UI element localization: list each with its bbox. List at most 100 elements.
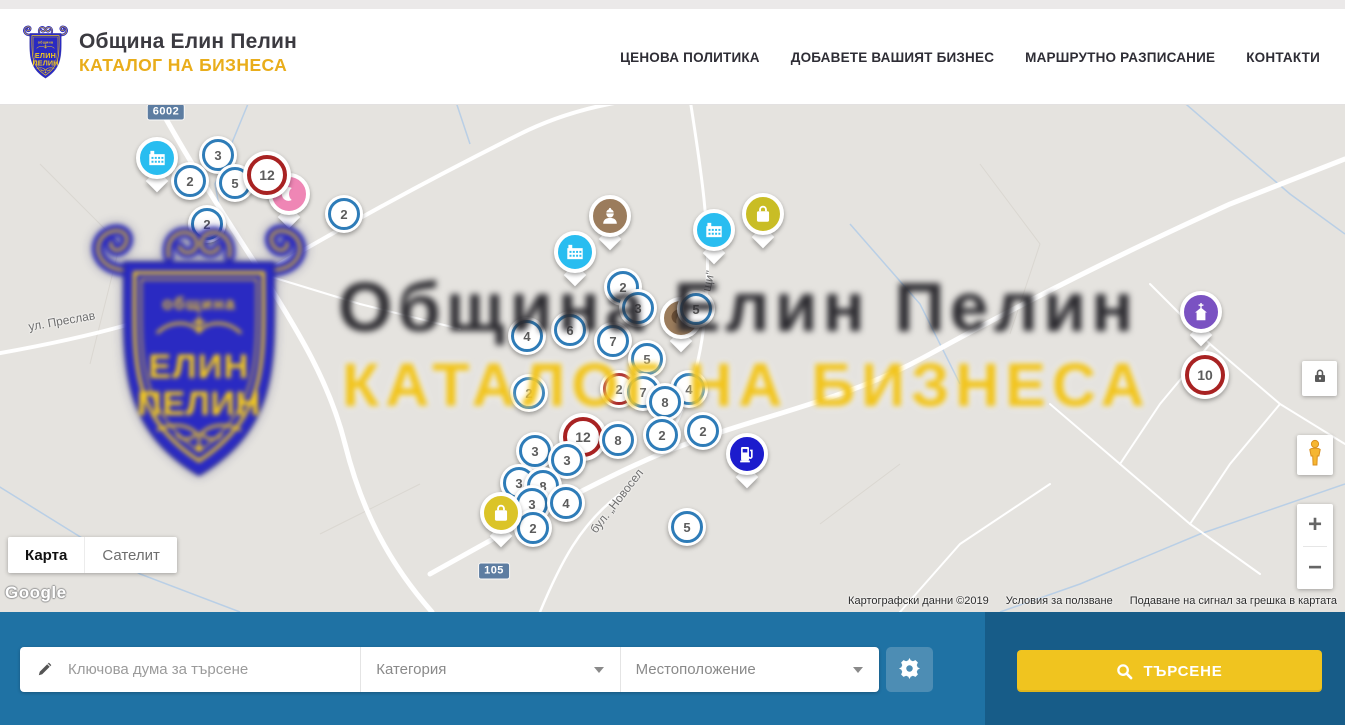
map-cluster[interactable]: 2 [510,374,548,412]
logo-text: Община Елин Пелин КАТАЛОГ НА БИЗНЕСА [79,30,297,75]
zoom-out-button[interactable]: − [1297,547,1333,589]
fuel-icon [736,443,758,465]
cluster-count: 12 [259,167,275,183]
road-number-chip: 105 [479,564,509,579]
cluster-count: 6 [566,323,573,338]
report-error-link[interactable]: Подаване на сигнал за грешка в картата [1130,595,1337,607]
cluster-count: 10 [1197,367,1213,383]
map-cluster[interactable]: 6 [551,311,589,349]
cluster-count: 5 [692,302,699,317]
top-strip [0,0,1345,9]
nav-item-contacts[interactable]: КОНТАКТИ [1246,50,1320,65]
lock-button[interactable] [1302,361,1337,396]
building-icon [703,219,725,241]
bag-icon [752,203,774,225]
map-cluster[interactable]: 2 [684,412,722,450]
map-pin-church[interactable] [1180,291,1222,345]
map-cluster[interactable]: 3 [619,289,657,327]
map-cluster[interactable]: 4 [508,317,546,355]
building-icon [564,241,586,263]
lock-icon [1313,368,1327,389]
cluster-count: 3 [563,453,570,468]
search-form: Категория Местоположение [20,647,879,692]
magnifier-icon [1116,663,1133,680]
satellite-type-button[interactable]: Сателит [84,537,177,573]
category-select[interactable]: Категория [360,647,619,692]
cluster-count: 8 [661,395,668,410]
svg-text:ЕЛИН: ЕЛИН [35,52,56,60]
cluster-count: 2 [203,217,210,232]
map-type-button[interactable]: Карта [8,537,84,573]
map-cluster[interactable]: 5 [628,340,666,378]
map-pin-fuel[interactable] [726,433,768,487]
map-cluster[interactable]: 2 [643,416,681,454]
google-logo[interactable]: Google [5,583,67,603]
map-pin-bag[interactable] [480,492,522,546]
cluster-count: 3 [634,301,641,316]
cluster-count: 2 [529,521,536,536]
advanced-settings-button[interactable] [886,647,933,692]
chevron-down-icon [594,667,604,673]
search-bar: Категория Местоположение ТЪРСЕНЕ [0,612,1345,725]
cluster-count: 2 [699,424,706,439]
building-icon [146,147,168,169]
keyword-search-input[interactable] [66,660,360,679]
site-logo[interactable]: община ЕЛИН ПЕЛИН Община Елин Пелин КАТА… [22,22,297,83]
search-submit-label: ТЪРСЕНЕ [1143,663,1222,680]
location-select[interactable]: Местоположение [620,647,879,692]
map-canvas[interactable]: 6002105ул. Преславбул. „Новоселщи" 32512… [0,104,1345,612]
map-cluster[interactable]: 7 [594,322,632,360]
gear-icon [899,658,920,682]
keyword-segment [20,647,360,692]
map-cluster[interactable]: 5 [668,508,706,546]
svg-text:община: община [38,40,54,44]
map-cluster[interactable]: 12 [243,151,291,199]
map-attribution: Картографски данни ©2019 Условия за полз… [848,595,1337,607]
cluster-count: 2 [340,207,347,222]
map-data-copyright: Картографски данни ©2019 [848,595,989,607]
cluster-count: 8 [614,433,621,448]
cluster-count: 7 [609,334,616,349]
cluster-count: 5 [231,176,238,191]
cluster-count: 3 [531,444,538,459]
map-cluster[interactable]: 4 [547,484,585,522]
map-cluster[interactable]: 2 [188,205,226,243]
location-select-value: Местоположение [636,661,853,678]
road-number-chip: 6002 [148,105,184,120]
cluster-count: 2 [186,174,193,189]
map-cluster[interactable]: 10 [1181,351,1229,399]
cluster-count: 5 [683,520,690,535]
pegman-button[interactable] [1297,435,1333,475]
cluster-count: 4 [523,329,530,344]
map-pin-building[interactable] [693,209,735,263]
site-header: община ЕЛИН ПЕЛИН Община Елин Пелин КАТА… [0,0,1345,105]
nav-item-add-business[interactable]: ДОБАВЕТЕ ВАШИЯТ БИЗНЕС [791,50,994,65]
main-nav: ЦЕНОВА ПОЛИТИКА ДОБАВЕТЕ ВАШИЯТ БИЗНЕС МАР… [620,50,1320,65]
nav-item-transport-schedule[interactable]: МАРШРУТНО РАЗПИСАНИЕ [1025,50,1215,65]
cluster-count: 4 [562,496,569,511]
map-cluster[interactable]: 8 [599,421,637,459]
cluster-count: 2 [615,382,622,397]
map-cluster[interactable]: 2 [325,195,363,233]
pegman-icon [1305,439,1325,472]
cluster-count: 4 [685,382,692,397]
map-pin-building[interactable] [554,231,596,285]
search-submit-button[interactable]: ТЪРСЕНЕ [1017,650,1322,692]
zoom-control: + − [1297,504,1333,589]
map-cluster[interactable]: 5 [677,290,715,328]
logo-title: Община Елин Пелин [79,30,297,53]
map-type-control: Карта Сателит [8,537,177,573]
church-icon [1190,301,1212,323]
map-pin-bag[interactable] [742,193,784,247]
nav-item-pricing[interactable]: ЦЕНОВА ПОЛИТИКА [620,50,760,65]
terms-link[interactable]: Условия за ползване [1006,595,1113,607]
cluster-count: 3 [214,148,221,163]
cluster-count: 2 [525,386,532,401]
municipality-emblem-icon: община ЕЛИН ПЕЛИН [22,22,69,83]
cluster-count: 12 [575,429,591,445]
cluster-count: 2 [658,428,665,443]
map-pin-building[interactable] [136,137,178,191]
chevron-down-icon [853,667,863,673]
svg-text:ПЕЛИН: ПЕЛИН [33,59,59,67]
zoom-in-button[interactable]: + [1297,504,1333,546]
